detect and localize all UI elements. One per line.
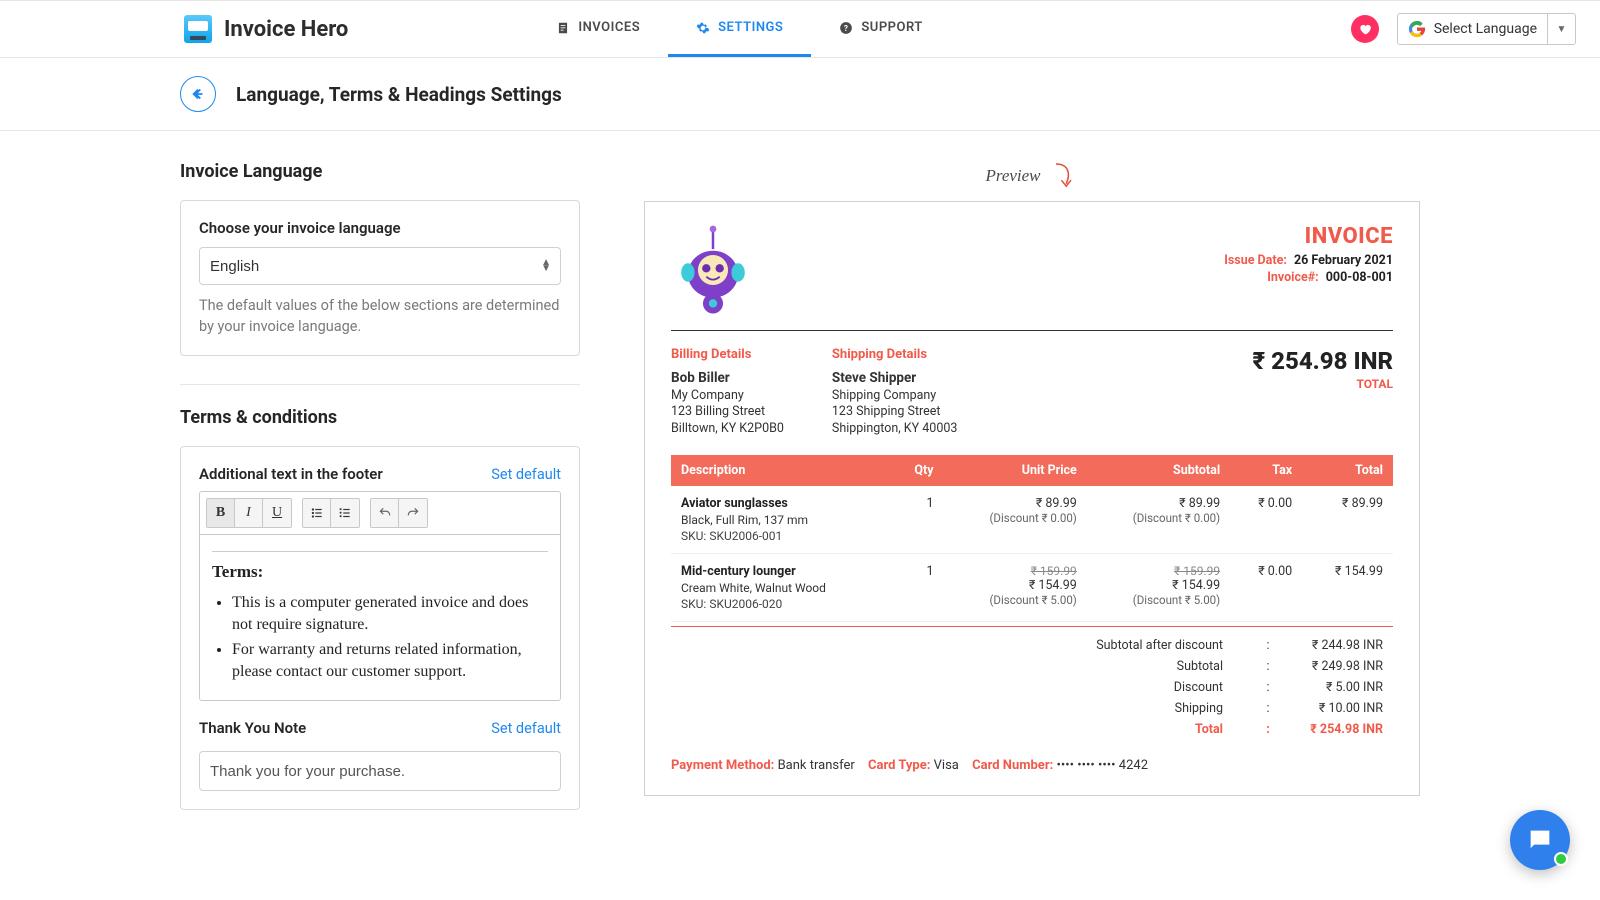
editor-toolbar: B I U	[200, 492, 560, 535]
preview-column: Preview	[644, 161, 1420, 796]
terms-item-1: This is a computer generated invoice and…	[232, 592, 548, 635]
language-selector-label: Select Language	[1434, 21, 1537, 37]
invoice-number-label: Invoice#:	[1267, 270, 1318, 285]
rich-text-editor: B I U	[199, 491, 561, 701]
nav-support[interactable]: ? SUPPORT	[811, 1, 950, 57]
nav-invoices-label: INVOICES	[578, 20, 640, 35]
section-divider	[180, 384, 580, 385]
brand-logo-icon	[184, 15, 212, 43]
thank-you-label: Thank You Note	[199, 719, 306, 737]
nav-support-label: SUPPORT	[861, 20, 922, 35]
invoice-summary: Subtotal after discount:₹ 244.98 INR Sub…	[671, 635, 1393, 740]
choose-language-label: Choose your invoice language	[199, 219, 561, 237]
online-indicator-icon	[1554, 852, 1568, 866]
language-select[interactable]: English	[199, 247, 561, 285]
billing-details: Billing Details Bob Biller My Company 12…	[671, 347, 784, 437]
heart-icon	[1358, 22, 1372, 36]
main-content: Invoice Language Choose your invoice lan…	[0, 131, 1600, 878]
col-subtotal: Subtotal	[1087, 455, 1230, 486]
underline-button[interactable]: U	[263, 499, 291, 527]
nav-invoices[interactable]: INVOICES	[528, 1, 668, 57]
table-row: Aviator sunglasses Black, Full Rim, 137 …	[671, 486, 1393, 554]
settings-column: Invoice Language Choose your invoice lan…	[180, 161, 580, 838]
billing-city: Billtown, KY K2P0B0	[671, 421, 784, 437]
shipping-details: Shipping Details Steve Shipper Shipping …	[832, 347, 957, 437]
nav-settings-label: SETTINGS	[718, 20, 783, 35]
grand-total-box: ₹ 254.98 INR TOTAL	[1253, 347, 1394, 437]
invoice-language-title: Invoice Language	[180, 161, 580, 182]
billing-title: Billing Details	[671, 347, 784, 362]
line-items-table: Description Qty Unit Price Subtotal Tax …	[671, 455, 1393, 622]
robot-logo-icon	[671, 224, 755, 316]
shipping-company: Shipping Company	[832, 388, 957, 404]
terms-item-2: For warranty and returns related informa…	[232, 639, 548, 682]
thank-you-input[interactable]	[199, 751, 561, 791]
col-tax: Tax	[1230, 455, 1302, 486]
redo-icon	[406, 506, 420, 520]
curly-arrow-icon	[1051, 161, 1079, 191]
col-unit: Unit Price	[944, 455, 1087, 486]
col-qty: Qty	[891, 455, 943, 486]
bullet-list-button[interactable]	[303, 499, 331, 527]
bold-button[interactable]: B	[207, 499, 235, 527]
nav-settings[interactable]: SETTINGS	[668, 1, 811, 57]
editor-content[interactable]: Terms: This is a computer generated invo…	[200, 535, 560, 700]
brand: Invoice Hero	[184, 15, 348, 43]
shipping-title: Shipping Details	[832, 347, 957, 362]
terms-heading: Terms:	[212, 562, 263, 581]
billing-company: My Company	[671, 388, 784, 404]
preview-header: Preview	[644, 161, 1420, 191]
payment-info: Payment Method: Bank transfer Card Type:…	[671, 758, 1393, 773]
back-button[interactable]	[180, 76, 216, 112]
terms-title: Terms & conditions	[180, 407, 580, 428]
undo-button[interactable]	[371, 499, 399, 527]
undo-icon	[378, 506, 392, 520]
col-description: Description	[671, 455, 891, 486]
google-icon	[1408, 20, 1426, 38]
italic-button[interactable]: I	[235, 499, 263, 527]
svg-text:?: ?	[844, 22, 848, 32]
numbered-list-button[interactable]	[331, 499, 359, 527]
grand-total-amount: ₹ 254.98 INR	[1253, 347, 1394, 375]
table-row: Mid-century lounger Cream White, Walnut …	[671, 553, 1393, 621]
invoice-heading: INVOICE	[1224, 224, 1393, 249]
shipping-street: 123 Shipping Street	[832, 404, 957, 420]
shipping-name: Steve Shipper	[832, 370, 957, 386]
issue-date-value: 26 February 2021	[1294, 253, 1393, 268]
page-title: Language, Terms & Headings Settings	[236, 83, 562, 106]
invoice-number-value: 000-08-001	[1326, 270, 1393, 285]
favorite-button[interactable]	[1351, 15, 1379, 43]
issue-date-label: Issue Date:	[1224, 253, 1287, 268]
help-icon: ?	[839, 21, 853, 35]
language-dropdown-caret[interactable]: ▼	[1547, 14, 1575, 44]
grand-total-caption: TOTAL	[1253, 377, 1394, 391]
terms-card: Additional text in the footer Set defaul…	[180, 446, 580, 810]
bullet-list-icon	[310, 506, 324, 520]
red-divider	[671, 626, 1393, 627]
invoice-language-card: Choose your invoice language English ▲▼ …	[180, 200, 580, 356]
language-help-text: The default values of the below sections…	[199, 295, 561, 337]
gear-icon	[696, 21, 710, 35]
invoice-preview: INVOICE Issue Date: 26 February 2021 Inv…	[644, 201, 1420, 796]
chat-icon	[1526, 826, 1554, 854]
invoice-icon	[556, 21, 570, 35]
shipping-city: Shippington, KY 40003	[832, 421, 957, 437]
footer-set-default-link[interactable]: Set default	[491, 466, 561, 483]
language-selector[interactable]: Select Language ▼	[1397, 13, 1576, 45]
thankyou-set-default-link[interactable]: Set default	[491, 720, 561, 737]
billing-name: Bob Biller	[671, 370, 784, 386]
brand-title: Invoice Hero	[224, 17, 348, 42]
top-nav: Invoice Hero INVOICES SETTINGS ? SUPPORT	[0, 0, 1600, 58]
page-header: Language, Terms & Headings Settings	[0, 58, 1600, 131]
billing-street: 123 Billing Street	[671, 404, 784, 420]
preview-label: Preview	[985, 166, 1040, 186]
redo-button[interactable]	[399, 499, 427, 527]
chat-button[interactable]	[1510, 810, 1570, 870]
col-total: Total	[1302, 455, 1393, 486]
numbered-list-icon	[338, 506, 352, 520]
footer-text-label: Additional text in the footer	[199, 465, 383, 483]
primary-nav: INVOICES SETTINGS ? SUPPORT	[528, 1, 950, 57]
